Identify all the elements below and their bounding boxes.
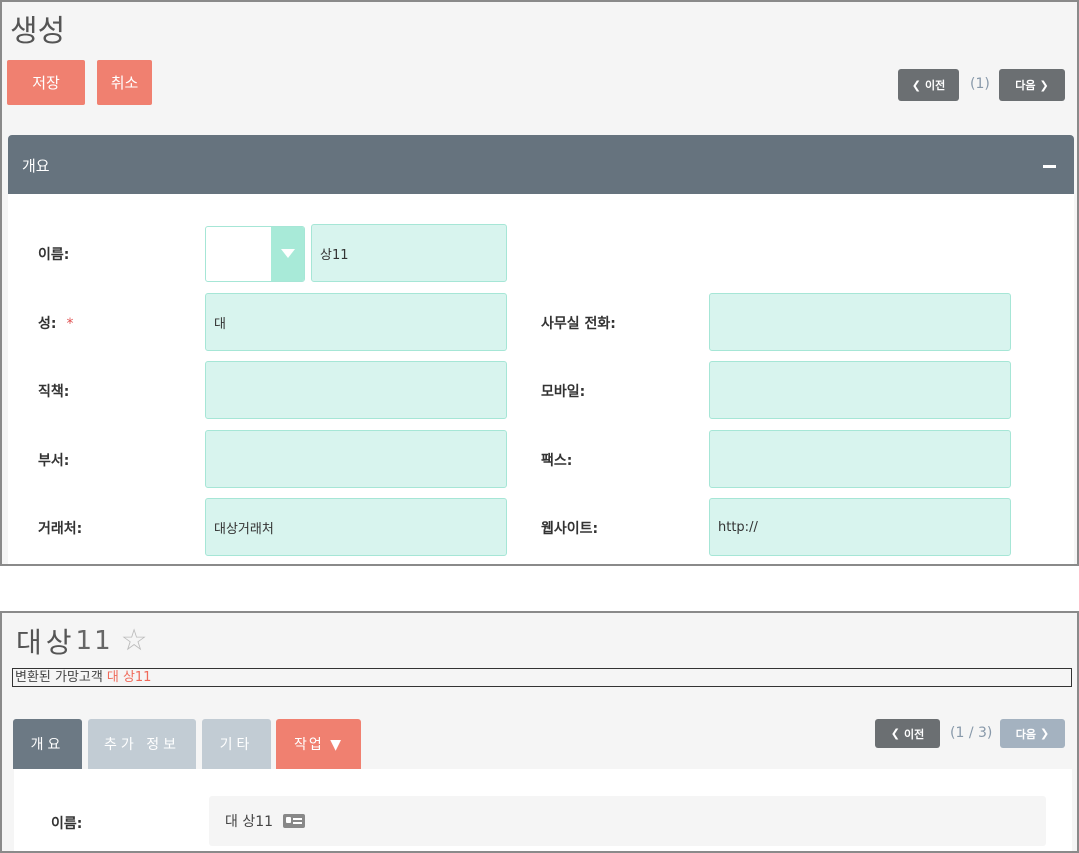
mobile-input[interactable] (709, 361, 1011, 419)
cancel-button[interactable]: 취소 (97, 60, 152, 105)
website-input[interactable]: http:// (709, 498, 1011, 556)
salutation-select[interactable] (205, 226, 305, 282)
department-label: 부서: (38, 453, 70, 469)
last-name-input[interactable]: 대 (205, 293, 507, 351)
detail-prev-button[interactable]: ❮ 이전 (875, 719, 940, 748)
account-input[interactable]: 대상거래처 (205, 498, 507, 556)
create-panel: 생성 저장 취소 ❮ 이전 (1) 다음 ❯ 개요 이름: 상11 성: * 대 … (0, 0, 1079, 566)
converted-text: 변환된 가망고객 (15, 670, 103, 685)
detail-next-label: 다음 (1015, 727, 1037, 741)
chevron-right-icon: ❯ (1040, 727, 1050, 740)
section-title: 개요 (22, 157, 50, 175)
tab-actions[interactable]: 작업 ▼ (276, 719, 361, 769)
job-title-input[interactable] (205, 361, 507, 419)
tab-other[interactable]: 기타 (202, 719, 271, 769)
converted-notice: 변환된 가망고객 대 상11 (12, 668, 1072, 687)
first-name-input[interactable]: 상11 (311, 224, 507, 282)
prev-button[interactable]: ❮ 이전 (898, 69, 959, 101)
website-label: 웹사이트: (541, 521, 599, 537)
detail-page-indicator: (1 / 3) (950, 725, 993, 741)
office-phone-input[interactable] (709, 293, 1011, 351)
name-label: 이름: (38, 247, 70, 263)
page-title: 생성 (10, 14, 66, 49)
account-label: 거래처: (38, 521, 83, 537)
detail-name-label: 이름: (51, 816, 83, 832)
next-label: 다음 (1015, 79, 1036, 92)
page-indicator: (1) (970, 76, 990, 92)
record-title: 대 상 11 ☆ (16, 621, 148, 661)
mobile-label: 모바일: (541, 384, 586, 400)
chevron-left-icon: ❮ (890, 727, 900, 740)
department-input[interactable] (205, 430, 507, 488)
title-number: 11 (75, 626, 113, 656)
chevron-left-icon: ❮ (911, 78, 921, 92)
title-first-name: 상 (45, 626, 72, 659)
tab-overview[interactable]: 개요 (13, 719, 82, 769)
collapse-icon[interactable] (1043, 165, 1056, 168)
vcard-icon[interactable] (283, 814, 306, 828)
required-asterisk: * (66, 316, 74, 332)
fax-label: 팩스: (541, 453, 573, 469)
converted-lead-link[interactable]: 대 상11 (107, 670, 152, 685)
title-last-name: 대 (16, 626, 42, 659)
detail-prev-label: 이전 (903, 727, 925, 741)
star-icon[interactable]: ☆ (121, 626, 148, 656)
chevron-right-icon: ❯ (1039, 78, 1049, 92)
overview-section-header[interactable]: 개요 (8, 135, 1074, 194)
dropdown-arrow-icon[interactable] (271, 227, 304, 281)
office-phone-label: 사무실 전화: (541, 316, 616, 332)
tab-more-info[interactable]: 추가 정보 (88, 719, 196, 769)
job-title-label: 직책: (38, 384, 70, 400)
detail-next-button[interactable]: 다음 ❯ (1000, 719, 1065, 748)
next-button[interactable]: 다음 ❯ (999, 69, 1065, 101)
detail-name-value: 대 상11 (209, 796, 1046, 846)
fax-input[interactable] (709, 430, 1011, 488)
detail-panel: 대 상 11 ☆ 변환된 가망고객 대 상11 개요 추가 정보 기타 작업 ▼ ❮… (0, 611, 1079, 853)
last-name-label: 성: * (38, 316, 74, 332)
detail-name-text: 대 상11 (225, 814, 274, 830)
prev-label: 이전 (924, 79, 946, 92)
save-button[interactable]: 저장 (7, 60, 85, 105)
